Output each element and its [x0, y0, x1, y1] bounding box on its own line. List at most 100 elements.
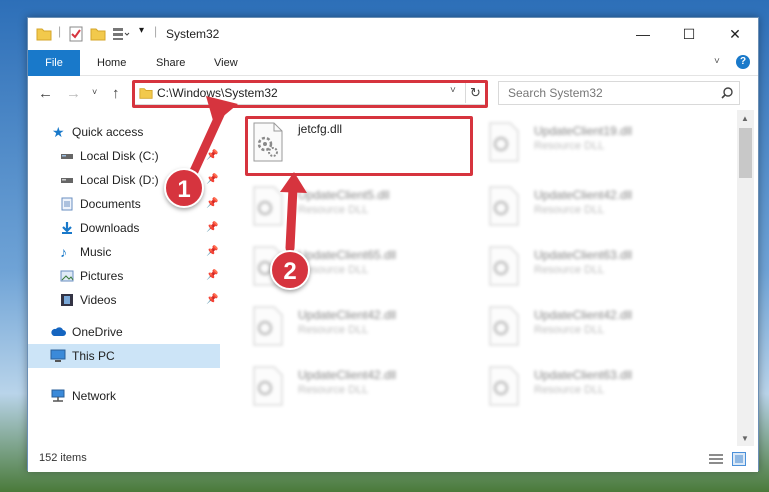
file-item[interactable]: UpdateClient63.dll Resource DLL: [484, 360, 714, 412]
sidebar-item-label: Local Disk (C:): [80, 149, 159, 163]
pin-icon[interactable]: 📌: [206, 264, 218, 288]
vertical-scrollbar[interactable]: ▲ ▼: [737, 110, 754, 446]
file-type: Resource DLL: [534, 264, 605, 276]
pin-icon[interactable]: 📌: [206, 288, 218, 312]
dll-file-icon: [253, 366, 283, 406]
computer-icon: [50, 349, 66, 362]
forward-arrow-icon[interactable]: →: [66, 85, 81, 102]
sidebar-item-label: Quick access: [72, 125, 144, 139]
pictures-icon: [60, 270, 74, 282]
sidebar-item-downloads[interactable]: Downloads 📌: [28, 216, 220, 240]
pin-icon[interactable]: 📌: [206, 192, 218, 216]
folder-icon: [36, 28, 52, 41]
properties-icon[interactable]: [68, 26, 84, 42]
file-type: Resource DLL: [534, 140, 605, 152]
file-highlight: [245, 116, 473, 176]
ribbon-expand-icon[interactable]: ˅: [714, 56, 720, 67]
close-button[interactable]: ✕: [712, 18, 758, 50]
sidebar-item-label: OneDrive: [72, 325, 123, 339]
star-icon: ★: [52, 124, 65, 140]
quick-access-dropdown-icon[interactable]: ▾: [139, 25, 144, 41]
pin-icon[interactable]: 📌: [206, 240, 218, 264]
title-bar: | ▾ | System32 — ☐ ✕: [28, 18, 758, 50]
pin-icon[interactable]: 📌: [206, 168, 218, 192]
sidebar-item-label: Documents: [80, 197, 141, 211]
download-icon: [62, 222, 72, 234]
sidebar-item-videos[interactable]: Videos 📌: [28, 288, 220, 312]
file-type: Resource DLL: [298, 204, 369, 216]
file-name: UpdateClient42.dll: [534, 188, 633, 202]
file-type: Resource DLL: [534, 324, 605, 336]
ribbon: File Home Share View ˅ ?: [28, 50, 758, 102]
search-icon[interactable]: [721, 87, 733, 99]
file-item[interactable]: UpdateClient5.dll Resource DLL: [248, 180, 478, 232]
file-explorer-window: | ▾ | System32 — ☐ ✕ File Home Share Vie…: [27, 17, 759, 472]
address-bar-highlight: [132, 80, 488, 108]
file-item[interactable]: UpdateClient42.dll Resource DLL: [248, 300, 478, 352]
file-type: Resource DLL: [534, 384, 605, 396]
sidebar-item-music[interactable]: ♪ Music 📌: [28, 240, 220, 264]
file-name: UpdateClient42.dll: [298, 308, 397, 322]
file-type: Resource DLL: [298, 384, 369, 396]
file-item[interactable]: UpdateClient63.dll Resource DLL: [484, 240, 714, 292]
sidebar-item-label: Local Disk (D:): [80, 173, 159, 187]
videos-icon: [61, 294, 73, 306]
tab-view[interactable]: View: [214, 50, 238, 76]
back-arrow-icon[interactable]: ←: [38, 85, 53, 102]
up-arrow-icon[interactable]: ↑: [112, 85, 120, 102]
music-icon: ♪: [60, 244, 67, 260]
sidebar-item-pictures[interactable]: Pictures 📌: [28, 264, 220, 288]
drive-icon: [61, 178, 73, 183]
tab-share[interactable]: Share: [156, 50, 185, 76]
sidebar-item-quick-access[interactable]: ★ Quick access: [28, 120, 220, 144]
file-name: UpdateClient19.dll: [534, 124, 633, 138]
file-name: UpdateClient42.dll: [534, 308, 633, 322]
dll-file-icon: [489, 186, 519, 226]
tab-home[interactable]: Home: [97, 50, 126, 76]
file-name: UpdateClient63.dll: [534, 248, 633, 262]
sidebar-item-label: Downloads: [80, 221, 140, 235]
file-name: UpdateClient5.dll: [298, 188, 390, 202]
sidebar-item-this-pc[interactable]: This PC: [28, 344, 220, 368]
new-folder-icon[interactable]: [90, 26, 106, 42]
dll-file-icon: [489, 122, 519, 162]
search-box[interactable]: Search System32: [498, 81, 740, 105]
dll-file-icon: [253, 186, 283, 226]
file-item[interactable]: UpdateClient42.dll Resource DLL: [248, 360, 478, 412]
customize-toolbar-icon[interactable]: [112, 26, 130, 42]
callout-badge-1: 1: [164, 168, 204, 208]
cloud-icon: [51, 327, 66, 336]
pin-icon[interactable]: 📌: [206, 144, 218, 168]
file-name: UpdateClient63.dll: [534, 368, 633, 382]
file-type: Resource DLL: [534, 204, 605, 216]
search-placeholder: Search System32: [508, 86, 603, 100]
sidebar-item-label: Network: [72, 389, 117, 403]
file-type: Resource DLL: [298, 324, 369, 336]
scroll-up-icon[interactable]: ▲: [741, 114, 749, 123]
separator: |: [154, 24, 158, 38]
minimize-button[interactable]: —: [620, 18, 666, 50]
details-view-icon[interactable]: [708, 453, 724, 465]
sidebar-item-network[interactable]: Network: [28, 384, 220, 408]
recent-locations-icon[interactable]: ˅: [92, 87, 97, 97]
file-item[interactable]: UpdateClient19.dll Resource DLL: [484, 116, 714, 168]
file-item[interactable]: UpdateClient42.dll Resource DLL: [484, 300, 714, 352]
maximize-button[interactable]: ☐: [666, 18, 712, 50]
dll-file-icon: [489, 366, 519, 406]
drive-icon: [61, 154, 73, 159]
network-icon: [51, 389, 65, 402]
callout-badge-2: 2: [270, 250, 310, 290]
scroll-down-icon[interactable]: ▼: [741, 434, 749, 443]
scrollbar-thumb[interactable]: [739, 128, 752, 178]
large-icons-view-icon[interactable]: [732, 452, 746, 466]
sidebar-item-local-disk-c[interactable]: Local Disk (C:) 📌: [28, 144, 220, 168]
sidebar-item-onedrive[interactable]: OneDrive: [28, 320, 220, 344]
documents-icon: [61, 197, 73, 211]
file-name: UpdateClient42.dll: [298, 368, 397, 382]
navigation-pane: ★ Quick access Local Disk (C:) 📌 Local D…: [28, 110, 228, 446]
help-icon[interactable]: ?: [736, 55, 750, 69]
sidebar-item-label: Music: [80, 245, 112, 259]
file-item[interactable]: UpdateClient42.dll Resource DLL: [484, 180, 714, 232]
file-name: UpdateClient65.dll: [298, 248, 397, 262]
pin-icon[interactable]: 📌: [206, 216, 218, 240]
